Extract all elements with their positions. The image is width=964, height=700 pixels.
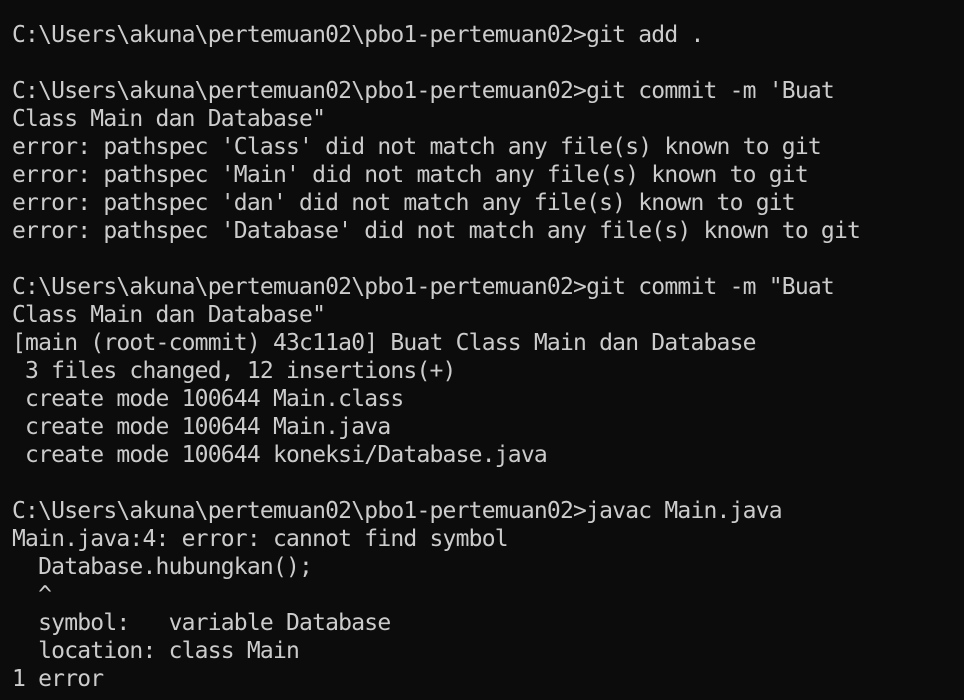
- terminal-line: Class Main dan Database": [12, 302, 326, 328]
- terminal-line: create mode 100644 koneksi/Database.java: [12, 442, 548, 468]
- terminal-line: Class Main dan Database": [12, 106, 326, 132]
- terminal-line: location: class Main: [12, 638, 300, 664]
- terminal-line: create mode 100644 Main.class: [12, 386, 404, 412]
- terminal-line: error: pathspec 'dan' did not match any …: [12, 190, 796, 216]
- terminal-line: Database.hubungkan();: [12, 554, 313, 580]
- terminal-line: C:\Users\akuna\pertemuan02\pbo1-pertemua…: [12, 78, 835, 104]
- terminal-line: [main (root-commit) 43c11a0] Buat Class …: [12, 330, 757, 356]
- terminal-line: 3 files changed, 12 insertions(+): [12, 358, 456, 384]
- terminal-line: create mode 100644 Main.java: [12, 414, 391, 440]
- terminal-line: error: pathspec 'Main' did not match any…: [12, 162, 809, 188]
- terminal-line: ^: [12, 582, 52, 608]
- terminal-line: Main.java:4: error: cannot find symbol: [12, 526, 509, 552]
- terminal-line: error: pathspec 'Database' did not match…: [12, 218, 861, 244]
- terminal-window[interactable]: C:\Users\akuna\pertemuan02\pbo1-pertemua…: [0, 0, 964, 700]
- terminal-line: C:\Users\akuna\pertemuan02\pbo1-pertemua…: [12, 22, 704, 48]
- terminal-line: C:\Users\akuna\pertemuan02\pbo1-pertemua…: [12, 498, 783, 524]
- terminal-line: error: pathspec 'Class' did not match an…: [12, 134, 822, 160]
- terminal-line: 1 error: [12, 666, 104, 692]
- terminal-line: symbol: variable Database: [12, 610, 391, 636]
- terminal-line: C:\Users\akuna\pertemuan02\pbo1-pertemua…: [12, 274, 835, 300]
